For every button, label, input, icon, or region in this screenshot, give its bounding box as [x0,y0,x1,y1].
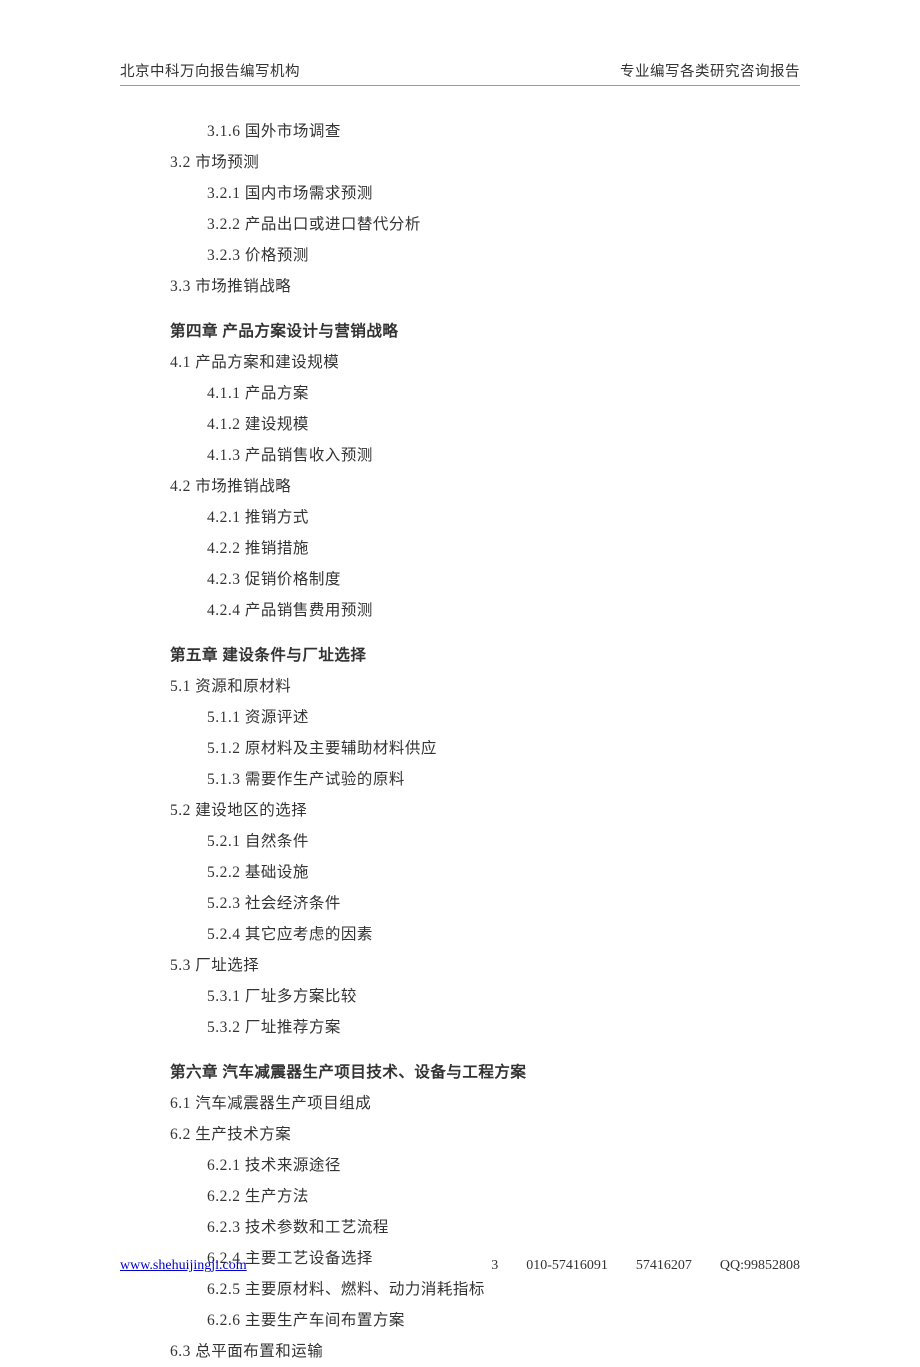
toc-item: 4.2 市场推销战略 [120,471,800,502]
page-footer: www.shehuijingji.com 3 010-57416091 5741… [120,1258,800,1274]
toc-item: 6.2.2 生产方法 [120,1181,800,1212]
toc-item: 3.3 市场推销战略 [120,271,800,302]
toc-item: 5.2 建设地区的选择 [120,795,800,826]
page-number: 3 [491,1258,498,1274]
header-right: 专业编写各类研究咨询报告 [620,60,800,81]
toc-item: 6.2.1 技术来源途径 [120,1150,800,1181]
toc-chapter: 第四章 产品方案设计与营销战略 [120,316,800,347]
toc-chapter: 第五章 建设条件与厂址选择 [120,640,800,671]
toc-item: 6.2.6 主要生产车间布置方案 [120,1305,800,1336]
toc-item: 6.2 生产技术方案 [120,1119,800,1150]
header-left: 北京中科万向报告编写机构 [120,60,300,81]
toc-item: 5.3.1 厂址多方案比较 [120,981,800,1012]
toc-item: 6.2.5 主要原材料、燃料、动力消耗指标 [120,1274,800,1305]
toc-item: 5.3.2 厂址推荐方案 [120,1012,800,1043]
toc-item: 4.1 产品方案和建设规模 [120,347,800,378]
toc-item: 4.2.1 推销方式 [120,502,800,533]
toc-item: 5.2.3 社会经济条件 [120,888,800,919]
toc-item: 4.1.3 产品销售收入预测 [120,440,800,471]
toc-item: 4.1.1 产品方案 [120,378,800,409]
toc-item: 5.1.3 需要作生产试验的原料 [120,764,800,795]
toc-item: 5.1 资源和原材料 [120,671,800,702]
toc-content: 3.1.6 国外市场调查 3.2 市场预测 3.2.1 国内市场需求预测 3.2… [120,86,800,1367]
toc-chapter: 第六章 汽车减震器生产项目技术、设备与工程方案 [120,1057,800,1088]
toc-item: 4.2.2 推销措施 [120,533,800,564]
toc-item: 5.1.1 资源评述 [120,702,800,733]
toc-item: 5.3 厂址选择 [120,950,800,981]
toc-item: 3.2 市场预测 [120,147,800,178]
toc-item: 3.1.6 国外市场调查 [120,116,800,147]
footer-phone: 010-57416091 [526,1258,608,1274]
toc-item: 5.2.1 自然条件 [120,826,800,857]
footer-website-link[interactable]: www.shehuijingji.com [120,1258,247,1274]
toc-item: 3.2.2 产品出口或进口替代分析 [120,209,800,240]
toc-item: 4.2.3 促销价格制度 [120,564,800,595]
footer-right-group: 3 010-57416091 57416207 QQ:99852808 [491,1258,800,1274]
toc-item: 3.2.3 价格预测 [120,240,800,271]
toc-item: 6.1 汽车减震器生产项目组成 [120,1088,800,1119]
toc-item: 3.2.1 国内市场需求预测 [120,178,800,209]
footer-phone: 57416207 [636,1258,692,1274]
toc-item: 5.1.2 原材料及主要辅助材料供应 [120,733,800,764]
toc-item: 6.2.3 技术参数和工艺流程 [120,1212,800,1243]
footer-qq: QQ:99852808 [720,1258,800,1274]
toc-item: 4.2.4 产品销售费用预测 [120,595,800,626]
toc-item: 5.2.4 其它应考虑的因素 [120,919,800,950]
page-header: 北京中科万向报告编写机构 专业编写各类研究咨询报告 [120,60,800,86]
toc-item: 4.1.2 建设规模 [120,409,800,440]
toc-item: 5.2.2 基础设施 [120,857,800,888]
toc-item: 6.3 总平面布置和运输 [120,1336,800,1367]
